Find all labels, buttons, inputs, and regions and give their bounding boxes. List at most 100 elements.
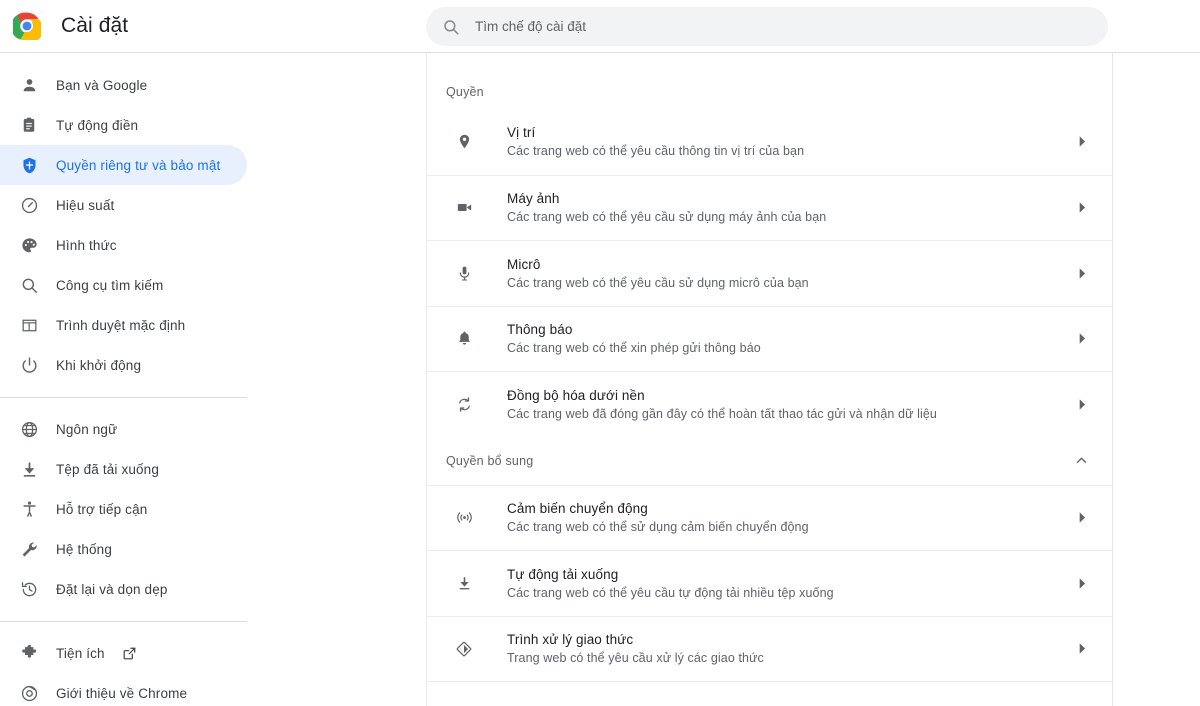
sidebar-item-label: Hệ thống — [56, 541, 112, 557]
sidebar-item-trinh-duyet-mac-dinh[interactable]: Trình duyệt mặc định — [0, 305, 247, 345]
section-title: Quyền bổ sung — [446, 453, 534, 468]
clipboard-icon — [19, 115, 39, 135]
permission-row-micro[interactable]: Micrô Các trang web có thể yêu cầu sử dụ… — [427, 240, 1112, 306]
browser-window-icon — [19, 315, 39, 335]
speedometer-icon — [19, 195, 39, 215]
chevron-right-icon[interactable] — [1074, 331, 1090, 347]
permission-title: Trình xử lý giao thức — [507, 632, 634, 648]
sidebar-item-label: Khi khởi động — [56, 357, 142, 373]
sidebar-item-ngon-ngu[interactable]: Ngôn ngữ — [0, 409, 247, 449]
permission-row-cam-bien-chuyen-dong[interactable]: Cảm biến chuyển động Các trang web có th… — [427, 484, 1112, 551]
history-restore-icon — [19, 579, 39, 599]
permission-text: Cảm biến chuyển động Các trang web có th… — [507, 499, 1074, 536]
sync-icon — [454, 394, 474, 414]
motion-sensor-icon — [454, 508, 474, 528]
sidebar-item-label: Ngôn ngữ — [56, 421, 118, 437]
chevron-right-icon[interactable] — [1074, 134, 1090, 150]
permission-subtitle: Trang web có thể yêu cầu xử lý các giao … — [507, 651, 764, 666]
sidebar-item-label: Quyền riêng tư và bảo mật — [56, 157, 221, 173]
shield-icon — [19, 155, 39, 175]
permission-text: Đồng bộ hóa dưới nền Các trang web đã đó… — [507, 386, 1074, 423]
chevron-right-icon[interactable] — [1074, 200, 1090, 216]
globe-icon — [19, 419, 39, 439]
sidebar-item-label: Hình thức — [56, 237, 117, 253]
sidebar-item-label: Hỗ trợ tiếp cận — [56, 501, 148, 517]
permission-text: Trình xử lý giao thức Trang web có thể y… — [507, 630, 1074, 667]
external-link-icon[interactable] — [122, 645, 138, 661]
permission-title: Cảm biến chuyển động — [507, 501, 648, 517]
microphone-icon — [454, 263, 474, 283]
chrome-logo — [10, 12, 44, 43]
sidebar-item-label: Giới thiệu về Chrome — [56, 685, 188, 701]
person-icon — [19, 75, 39, 95]
app-header: Cài đặt — [0, 0, 1200, 53]
settings-search-box[interactable] — [426, 7, 1108, 46]
sidebar-item-ho-tro-tiep-can[interactable]: Hỗ trợ tiếp cận — [0, 489, 247, 529]
download-icon — [454, 573, 474, 593]
permission-subtitle: Các trang web có thể yêu cầu tự động tải… — [507, 585, 834, 600]
sidebar-item-gioi-thieu-ve-chrome[interactable]: Giới thiệu về Chrome — [0, 673, 247, 706]
page-title: Cài đặt — [61, 14, 129, 37]
sidebar-group-advanced: Ngôn ngữ Tệp đã tải xuống Hỗ trợ tiếp cậ… — [0, 409, 247, 609]
settings-sidebar: Bạn và Google Tự động điền Quyền riêng t… — [0, 53, 247, 706]
sidebar-item-quyen-rieng-tu-va-bao-mat[interactable]: Quyền riêng tư và bảo mật — [0, 145, 247, 185]
chevron-right-icon[interactable] — [1074, 510, 1090, 526]
palette-icon — [19, 235, 39, 255]
chevron-up-icon[interactable] — [1072, 452, 1090, 470]
sidebar-divider — [0, 397, 247, 398]
sidebar-item-cong-cu-tim-kiem[interactable]: Công cụ tìm kiếm — [0, 265, 247, 305]
sidebar-group-footer: Tiện ích Giới thiệu về Chrome — [0, 633, 247, 706]
permission-row-partial-next[interactable] — [427, 681, 1112, 706]
search-input[interactable] — [475, 19, 1092, 34]
sidebar-item-label: Đặt lại và dọn dẹp — [56, 581, 168, 597]
permission-row-trinh-xu-ly-giao-thuc[interactable]: Trình xử lý giao thức Trang web có thể y… — [427, 615, 1112, 682]
chrome-outline-icon — [19, 683, 39, 703]
sidebar-item-label: Trình duyệt mặc định — [56, 317, 186, 333]
permission-title: Thông báo — [507, 322, 573, 338]
section-title: Quyền — [446, 85, 484, 99]
permission-row-vi-tri[interactable]: Vị trí Các trang web có thể yêu cầu thôn… — [427, 109, 1112, 175]
permission-text: Vị trí Các trang web có thể yêu cầu thôn… — [507, 123, 1074, 160]
sidebar-item-dat-lai-va-don-dep[interactable]: Đặt lại và dọn dẹp — [0, 569, 247, 609]
permission-text: Tự động tải xuống Các trang web có thể y… — [507, 565, 1074, 602]
sidebar-item-label: Tự động điền — [56, 117, 139, 133]
sidebar-item-tep-da-tai-xuong[interactable]: Tệp đã tải xuống — [0, 449, 247, 489]
sidebar-item-ban-va-google[interactable]: Bạn và Google — [0, 65, 247, 105]
sidebar-item-hinh-thuc[interactable]: Hình thức — [0, 225, 247, 265]
section-header-quyen: Quyền — [427, 53, 1112, 109]
permission-subtitle: Các trang web có thể yêu cầu sử dụng máy… — [507, 210, 827, 225]
permission-row-dong-bo-hoa-duoi-nen[interactable]: Đồng bộ hóa dưới nền Các trang web đã đó… — [427, 371, 1112, 437]
permission-subtitle: Các trang web đã đóng gần đây có thể hoà… — [507, 406, 937, 421]
video-camera-icon — [454, 198, 474, 218]
sidebar-item-label: Hiệu suất — [56, 197, 115, 213]
sidebar-group-primary: Bạn và Google Tự động điền Quyền riêng t… — [0, 65, 247, 385]
permission-title: Micrô — [507, 256, 541, 272]
permission-text: Micrô Các trang web có thể yêu cầu sử dụ… — [507, 255, 1074, 292]
permission-row-thong-bao[interactable]: Thông báo Các trang web có thể xin phép … — [427, 305, 1112, 372]
chevron-right-icon[interactable] — [1074, 396, 1090, 412]
sidebar-item-khi-khoi-dong[interactable]: Khi khởi động — [0, 345, 247, 385]
permission-text: Thông báo Các trang web có thể xin phép … — [507, 320, 1074, 357]
permission-row-tu-dong-tai-xuong[interactable]: Tự động tải xuống Các trang web có thể y… — [427, 550, 1112, 616]
location-pin-icon — [454, 132, 474, 152]
permission-row-may-anh[interactable]: Máy ảnh Các trang web có thể yêu cầu sử … — [427, 174, 1112, 241]
chevron-right-icon[interactable] — [1074, 575, 1090, 591]
sidebar-item-hieu-suat[interactable]: Hiệu suất — [0, 185, 247, 225]
settings-content: Quyền Vị trí Các trang web có thể yêu cầ… — [426, 53, 1113, 706]
section-header-quyen-bo-sung[interactable]: Quyền bổ sung — [427, 437, 1112, 485]
sidebar-item-tien-ich[interactable]: Tiện ích — [0, 633, 247, 673]
permission-subtitle: Các trang web có thể sử dụng cảm biến ch… — [507, 520, 809, 535]
content-right-gutter — [1114, 53, 1200, 706]
chevron-right-icon[interactable] — [1074, 641, 1090, 657]
puzzle-icon — [19, 643, 39, 663]
search-icon — [19, 275, 39, 295]
sidebar-item-tu-dong-dien[interactable]: Tự động điền — [0, 105, 247, 145]
permission-text: Máy ảnh Các trang web có thể yêu cầu sử … — [507, 189, 1074, 226]
chevron-right-icon[interactable] — [1074, 265, 1090, 281]
bell-icon — [454, 329, 474, 349]
sidebar-item-he-thong[interactable]: Hệ thống — [0, 529, 247, 569]
accessibility-icon — [19, 499, 39, 519]
power-icon — [19, 355, 39, 375]
permission-subtitle: Các trang web có thể yêu cầu sử dụng mic… — [507, 275, 809, 290]
sidebar-item-label: Công cụ tìm kiếm — [56, 277, 164, 293]
